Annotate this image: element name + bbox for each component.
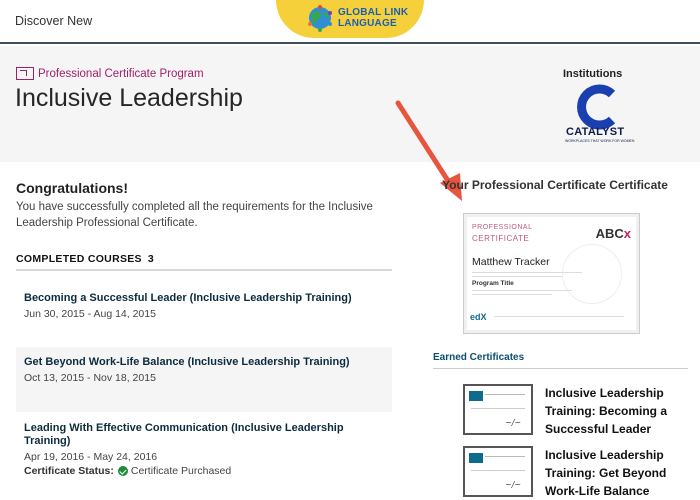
certificate-text-line xyxy=(494,316,624,317)
thumbnail-line xyxy=(471,408,525,409)
top-nav: Discover New GLOBAL LINK LANGUAGE xyxy=(0,0,700,44)
edx-mini-logo xyxy=(469,453,483,463)
certificate-status: Certificate Status: Certificate Purchase… xyxy=(24,465,384,477)
logo-text-line2: LANGUAGE xyxy=(338,18,397,29)
global-link-logo[interactable]: GLOBAL LINK LANGUAGE xyxy=(276,0,424,38)
thumbnail-line xyxy=(471,470,525,471)
course-dates: Oct 13, 2015 - Nov 18, 2015 xyxy=(24,372,156,384)
institution-name: CATALYST xyxy=(566,126,625,138)
certificate-seal-watermark xyxy=(562,244,622,304)
course-item[interactable]: Leading With Effective Communication (In… xyxy=(16,416,392,486)
earned-certificate-title[interactable]: Inclusive Leadership Training: Becoming … xyxy=(545,384,693,438)
course-dates: Jun 30, 2015 - Aug 14, 2015 xyxy=(24,308,156,320)
edx-mini-logo xyxy=(469,391,483,401)
earned-certificates-heading: Earned Certificates xyxy=(433,352,525,363)
earned-certificate-title[interactable]: Inclusive Leadership Training: Get Beyon… xyxy=(545,446,693,500)
thumbnail-line xyxy=(485,394,525,395)
globe-logo-icon xyxy=(308,5,332,32)
thumbnail-line xyxy=(485,456,525,457)
certificate-status-label: Certificate Status: xyxy=(24,465,114,477)
institution-tagline: WORKPLACES THAT WORK FOR WOMEN xyxy=(565,139,635,143)
certificate-thumbnail[interactable]: ~/~ xyxy=(463,384,533,435)
signature-mark: ~/~ xyxy=(505,480,522,489)
certificate-program-icon xyxy=(16,67,34,80)
certificate-org-name: ABC xyxy=(595,226,624,241)
program-type-row: Professional Certificate Program xyxy=(16,67,204,80)
certificate-type-line1: PROFESSIONAL xyxy=(472,224,533,231)
certificate-status-value: Certificate Purchased xyxy=(130,465,232,477)
certificate-text-line xyxy=(472,290,572,291)
course-item[interactable]: Get Beyond Work-Life Balance (Inclusive … xyxy=(16,347,392,412)
signature-mark: ~/~ xyxy=(505,418,522,427)
course-title[interactable]: Becoming a Successful Leader (Inclusive … xyxy=(24,292,384,305)
institutions-label: Institutions xyxy=(563,68,623,80)
certificate-type-line2: CERTIFICATE xyxy=(472,234,530,243)
check-circle-icon xyxy=(117,466,128,476)
certificate-text-line xyxy=(472,276,562,277)
program-header: Professional Certificate Program Inclusi… xyxy=(0,46,700,162)
congratulations-message: You have successfully completed all the … xyxy=(16,201,373,229)
course-dates: Apr 19, 2016 - May 24, 2016 xyxy=(24,451,158,463)
certificate-text-line xyxy=(472,294,552,295)
completed-courses-header: COMPLETED COURSES 3 xyxy=(16,253,154,265)
program-type-label: Professional Certificate Program xyxy=(38,67,204,80)
certificate-platform-logo: edX xyxy=(470,312,487,322)
certificate-org-logo: ABCx xyxy=(596,226,631,241)
certificate-text-line xyxy=(472,272,582,273)
logo-text: GLOBAL LINK LANGUAGE xyxy=(338,7,408,29)
certificate-heading: Your Professional Certificate Certificat… xyxy=(442,178,668,192)
earned-divider xyxy=(433,368,688,369)
certificate-holder-name: Matthew Tracker xyxy=(472,256,550,268)
earned-certificate-item[interactable]: ~/~ Inclusive Leadership Training: Becom… xyxy=(463,384,693,438)
courses-divider xyxy=(16,269,392,271)
congratulations-title: Congratulations! xyxy=(16,180,128,196)
certificate-preview[interactable]: PROFESSIONAL CERTIFICATE ABCx Matthew Tr… xyxy=(463,213,640,334)
logo-text-line1: GLOBAL LINK xyxy=(338,7,409,18)
course-item[interactable]: Becoming a Successful Leader (Inclusive … xyxy=(16,284,392,336)
certificate-program-title: Program Title xyxy=(472,280,514,287)
earned-certificate-item[interactable]: ~/~ Inclusive Leadership Training: Get B… xyxy=(463,446,693,500)
discover-new-link[interactable]: Discover New xyxy=(15,14,92,28)
completed-courses-count: 3 xyxy=(147,253,155,265)
page-title: Inclusive Leadership xyxy=(15,84,243,112)
certificate-org-x: x xyxy=(623,226,631,241)
course-title[interactable]: Get Beyond Work-Life Balance (Inclusive … xyxy=(24,356,384,369)
certificate-thumbnail[interactable]: ~/~ xyxy=(463,446,533,497)
completed-courses-label: COMPLETED COURSES xyxy=(16,253,142,265)
course-title[interactable]: Leading With Effective Communication (In… xyxy=(24,422,384,448)
